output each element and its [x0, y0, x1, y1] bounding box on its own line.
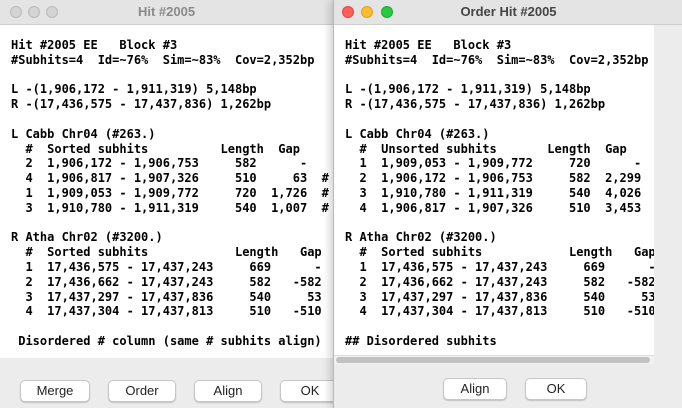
scrollbar-thumb[interactable]: [336, 357, 650, 363]
align-button[interactable]: Align: [194, 380, 262, 402]
hit-button-bar: Merge Order Align OK: [0, 358, 333, 408]
merge-button[interactable]: Merge: [20, 380, 90, 402]
order-button-bar: Align OK: [334, 364, 682, 408]
order-report-text: Hit #2005 EE Block #3 #Subhits=4 Id=~76%…: [345, 38, 654, 348]
horizontal-scrollbar[interactable]: [334, 355, 654, 364]
ok-button[interactable]: OK: [525, 378, 587, 400]
window-title: Order Hit #2005: [460, 4, 557, 19]
hit-text-panel[interactable]: Hit #2005 EE Block #3 #Subhits=4 Id=~76%…: [0, 25, 333, 358]
window-title: Hit #2005: [137, 4, 196, 19]
order-window-titlebar[interactable]: Order Hit #2005: [334, 0, 682, 25]
align-button[interactable]: Align: [443, 378, 507, 400]
hit-window: Hit #2005 Hit #2005 EE Block #3 #Subhits…: [0, 0, 333, 408]
order-text-panel[interactable]: Hit #2005 EE Block #3 #Subhits=4 Id=~76%…: [334, 25, 654, 355]
hit-report-text: Hit #2005 EE Block #3 #Subhits=4 Id=~76%…: [11, 38, 329, 348]
ok-button[interactable]: OK: [280, 380, 333, 402]
order-button[interactable]: Order: [108, 380, 176, 402]
order-hit-window: Order Hit #2005 Hit #2005 EE Block #3 #S…: [333, 0, 682, 408]
hit-window-titlebar[interactable]: Hit #2005: [0, 0, 333, 25]
